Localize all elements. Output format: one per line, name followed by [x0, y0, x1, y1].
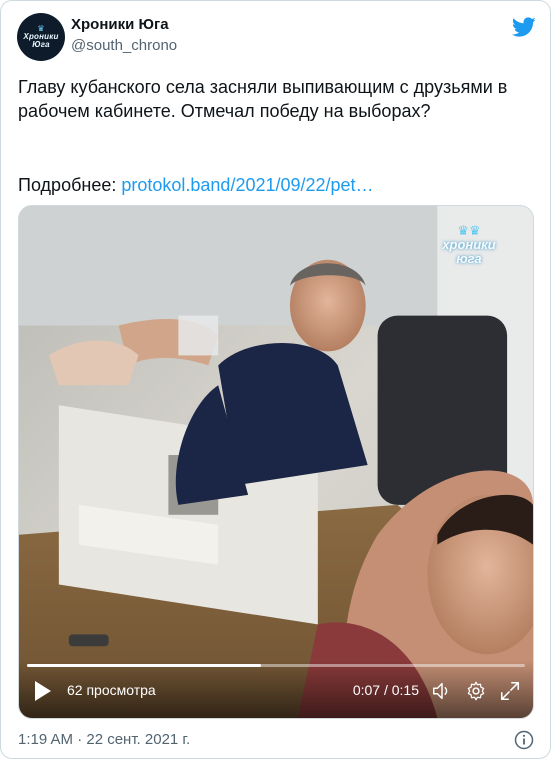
tweet-timestamp[interactable]: 1:19 AM · 22 сент. 2021 г. — [18, 731, 190, 748]
author-name[interactable]: Хроники Юга — [71, 16, 169, 33]
tweet-header: ♛ Хроники Юга Хроники Юга @south_chrono — [17, 13, 536, 61]
video-frame — [19, 206, 533, 718]
volume-icon[interactable] — [431, 680, 453, 702]
author-handle[interactable]: @south_chrono — [71, 37, 177, 54]
more-line: Подробнее: protokol.band/2021/09/22/pet… — [18, 173, 374, 197]
info-icon[interactable] — [514, 730, 534, 750]
settings-icon[interactable] — [465, 680, 487, 702]
video-time: 0:07 / 0:15 — [352, 682, 419, 698]
avatar[interactable]: ♛ Хроники Юга — [17, 13, 65, 61]
video-watermark: ♛♛ хроники юга — [419, 224, 519, 272]
progress-fill — [27, 664, 262, 667]
watermark-line2: юга — [456, 251, 482, 266]
watermark-crown-icon: ♛♛ — [457, 223, 481, 238]
fullscreen-icon[interactable] — [499, 680, 521, 702]
play-icon[interactable] — [33, 680, 53, 702]
watermark-line1: хроники — [442, 237, 496, 252]
article-link[interactable]: protokol.band/2021/09/22/pet… — [121, 175, 373, 195]
video-player[interactable]: ♛♛ хроники юга 62 просмотра 0:07 / 0:15 — [18, 205, 534, 719]
view-count: 62 просмотра — [67, 682, 156, 698]
avatar-text-line2: Юга — [32, 40, 50, 49]
more-label: Подробнее: — [18, 175, 122, 195]
twitter-bird-icon[interactable] — [512, 15, 536, 39]
video-controls: 62 просмотра 0:07 / 0:15 — [19, 660, 533, 718]
tweet-text: Главу кубанского села засняли выпивающим… — [18, 77, 508, 121]
progress-bar[interactable] — [27, 664, 525, 667]
tweet-card: ♛ Хроники Юга Хроники Юга @south_chrono … — [0, 0, 551, 759]
